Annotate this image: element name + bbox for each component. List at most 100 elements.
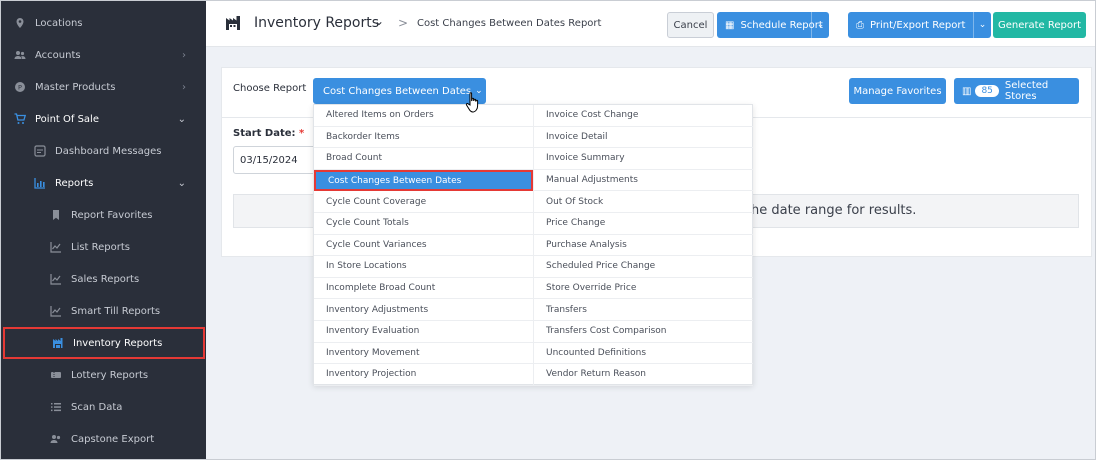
cart-icon <box>13 112 27 126</box>
report-dropdown-menu: Altered Items on Orders Backorder Items Br… <box>313 104 753 386</box>
map-pin-icon <box>13 16 27 30</box>
dropdown-item[interactable]: Inventory Adjustments <box>314 299 533 321</box>
dropdown-item[interactable]: Cycle Count Variances <box>314 235 533 257</box>
sidebar-item-list-reports[interactable]: List Reports <box>1 231 206 263</box>
dropdown-item[interactable]: Incomplete Broad Count <box>314 278 533 300</box>
sidebar-item-label: Capstone Export <box>71 433 155 445</box>
chevron-right-icon: › <box>182 81 186 93</box>
sidebar-item-accounts[interactable]: Accounts › <box>1 39 206 71</box>
line-chart-icon <box>49 272 63 286</box>
sidebar-item-inventory-reports[interactable]: Inventory Reports <box>3 327 205 359</box>
selected-stores-button[interactable]: ▥ 85 Selected Stores <box>954 78 1079 104</box>
dropdown-item[interactable]: Invoice Cost Change <box>533 105 753 127</box>
tag-icon: P <box>13 80 27 94</box>
sidebar-item-label: Inventory Reports <box>73 337 163 349</box>
hand-cursor-icon <box>465 92 479 113</box>
chart-icon <box>33 176 47 190</box>
dropdown-item[interactable]: Purchase Analysis <box>533 234 753 257</box>
sidebar-item-scan-data[interactable]: Scan Data <box>1 391 206 423</box>
print-export-label: Print/Export Report <box>870 19 966 31</box>
report-select-dropdown[interactable]: Cost Changes Between Dates ⌄ <box>313 78 486 104</box>
sidebar-item-label: Dashboard Messages <box>55 145 162 157</box>
dropdown-item[interactable]: Altered Items on Orders <box>314 105 533 127</box>
print-export-button[interactable]: ⎙ Print/Export Report ⌄ <box>848 12 991 38</box>
export-icon <box>49 432 63 446</box>
warehouse-icon <box>51 336 65 350</box>
sidebar-item-label: List Reports <box>71 241 131 253</box>
list-icon <box>49 400 63 414</box>
dropdown-item[interactable]: Inventory Movement <box>314 343 533 365</box>
svg-text:P: P <box>18 83 22 91</box>
required-mark: * <box>299 128 305 139</box>
dropdown-item[interactable]: Inventory Evaluation <box>314 321 533 343</box>
sidebar-item-dashboard-messages[interactable]: Dashboard Messages <box>1 135 206 167</box>
bookmark-icon <box>49 208 63 222</box>
dropdown-item[interactable]: Cycle Count Coverage <box>314 191 533 213</box>
dropdown-item[interactable]: Inventory Projection <box>314 364 533 386</box>
dropdown-item[interactable]: Vendor Return Reason <box>533 364 753 386</box>
sidebar-item-lottery-reports[interactable]: Lottery Reports <box>1 359 206 391</box>
chevron-down-icon[interactable]: ⌄ <box>811 12 829 38</box>
start-date-label: Start Date: * <box>233 128 304 139</box>
info-message: he date range for results. <box>751 203 917 218</box>
start-date-input[interactable]: 03/15/2024 <box>233 146 323 174</box>
calendar-icon: ▦ <box>725 19 735 31</box>
generate-report-button[interactable]: Generate Report <box>993 12 1086 38</box>
chevron-down-icon[interactable]: ⌄ <box>374 14 384 28</box>
sidebar-item-sales-reports[interactable]: Sales Reports <box>1 263 206 295</box>
page-title: Inventory Reports <box>254 15 380 31</box>
dropdown-item[interactable]: Out Of Stock <box>533 191 753 213</box>
manage-favorites-button[interactable]: Manage Favorites <box>849 78 946 104</box>
dropdown-item[interactable]: Invoice Summary <box>533 148 753 170</box>
dropdown-item[interactable]: Uncounted Definitions <box>533 342 753 365</box>
line-chart-icon <box>49 240 63 254</box>
sidebar-item-smart-till-reports[interactable]: Smart Till Reports <box>1 295 206 327</box>
sidebar-item-locations[interactable]: Locations <box>1 7 206 39</box>
dropdown-item[interactable]: Cycle Count Totals <box>314 213 533 235</box>
dropdown-item[interactable]: Invoice Detail <box>533 126 753 149</box>
store-icon: ▥ <box>962 85 972 97</box>
dropdown-item[interactable]: Transfers <box>533 299 753 321</box>
breadcrumb-current: Cost Changes Between Dates Report <box>417 18 602 29</box>
report-select-value: Cost Changes Between Dates <box>323 85 472 97</box>
top-header: Inventory Reports ⌄ > Cost Changes Betwe… <box>206 1 1095 47</box>
dropdown-item[interactable]: Scheduled Price Change <box>533 256 753 278</box>
sidebar-item-label: Lottery Reports <box>71 369 149 381</box>
ticket-icon <box>49 368 63 382</box>
sidebar-item-label: Reports <box>55 177 94 189</box>
chevron-down-icon[interactable]: ⌄ <box>973 12 991 38</box>
printer-icon: ⎙ <box>856 19 864 31</box>
schedule-report-button[interactable]: ▦ Schedule Report ⌄ <box>717 12 829 38</box>
dropdown-item[interactable]: In Store Locations <box>314 256 533 278</box>
sidebar-item-label: Report Favorites <box>71 209 153 221</box>
cancel-button[interactable]: Cancel <box>667 12 714 38</box>
app-window: Locations Accounts › P Master Products ›… <box>0 0 1096 460</box>
users-icon <box>13 48 27 62</box>
sidebar-item-capstone-export[interactable]: Capstone Export <box>1 423 206 455</box>
dropdown-item[interactable]: Manual Adjustments <box>533 169 753 192</box>
choose-report-label: Choose Report <box>233 83 307 94</box>
sidebar-item-label: Master Products <box>35 81 116 93</box>
dropdown-item[interactable]: Backorder Items <box>314 127 533 149</box>
dropdown-item[interactable]: Price Change <box>533 213 753 235</box>
sidebar-item-report-favorites[interactable]: Report Favorites <box>1 199 206 231</box>
sidebar-item-label: Point Of Sale <box>35 113 99 125</box>
sidebar-item-label: Scan Data <box>71 401 123 413</box>
dropdown-item[interactable]: Store Override Price <box>533 277 753 300</box>
dropdown-item[interactable]: Cost Changes Between Dates <box>314 169 533 192</box>
chevron-down-icon: ⌄ <box>177 113 186 125</box>
sidebar-item-point-of-sale[interactable]: Point Of Sale ⌄ <box>1 103 206 135</box>
sidebar-item-label: Smart Till Reports <box>71 305 161 317</box>
dropdown-item[interactable]: Broad Count <box>314 148 533 170</box>
sidebar-item-label: Locations <box>35 17 83 29</box>
warehouse-icon <box>226 16 240 30</box>
start-date-label-text: Start Date: <box>233 128 296 139</box>
sidebar-item-reports[interactable]: Reports ⌄ <box>1 167 206 199</box>
sidebar-item-master-products[interactable]: P Master Products › <box>1 71 206 103</box>
dashboard-icon <box>33 144 47 158</box>
breadcrumb-separator: > <box>398 16 409 30</box>
chevron-right-icon: › <box>182 49 186 61</box>
dropdown-item[interactable]: Transfers Cost Comparison <box>533 321 753 343</box>
sidebar-item-label: Accounts <box>35 49 81 61</box>
sidebar-item-label: Sales Reports <box>71 273 140 285</box>
